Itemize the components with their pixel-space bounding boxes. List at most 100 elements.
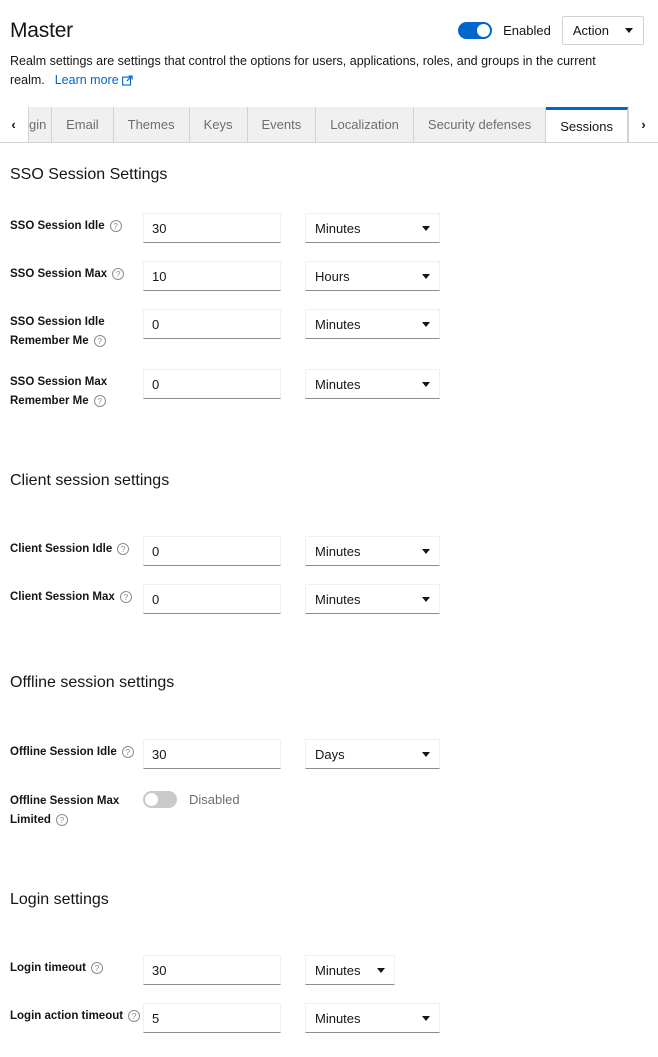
tab-keys-label: Keys xyxy=(204,117,233,132)
page-description: Realm settings are settings that control… xyxy=(10,52,638,92)
field-label-client-session-idle: Client Session Idle? xyxy=(10,536,143,559)
field-label-sso-session-idle-remember-me: SSO Session Idle Remember Me? xyxy=(10,309,143,351)
chevron-down-icon xyxy=(422,1016,430,1021)
realm-settings-page: Master Enabled Action Realm settings are… xyxy=(0,0,658,1057)
help-icon[interactable]: ? xyxy=(112,268,124,280)
input-sso-session-idle-remember-me[interactable] xyxy=(143,309,281,339)
field-client-session-max: Client Session Max? Minutes xyxy=(10,584,648,614)
field-sso-session-max: SSO Session Max? Hours xyxy=(10,261,648,291)
offline-session-max-limited-toggle[interactable] xyxy=(143,791,177,808)
field-label-client-session-max: Client Session Max? xyxy=(10,584,143,607)
help-icon[interactable]: ? xyxy=(128,1010,140,1022)
tab-security-defenses[interactable]: Security defenses xyxy=(414,107,546,142)
tab-events-label: Events xyxy=(262,117,302,132)
input-login-action-timeout[interactable] xyxy=(143,1003,281,1033)
field-client-session-idle: Client Session Idle? Minutes xyxy=(10,536,648,566)
tabs-scroll-left-icon[interactable]: ‹ xyxy=(0,107,28,142)
tab-themes-label: Themes xyxy=(128,117,175,132)
input-login-timeout[interactable] xyxy=(143,955,281,985)
section-title-offline: Offline session settings xyxy=(10,673,648,693)
chevron-down-icon xyxy=(377,968,385,973)
help-icon[interactable]: ? xyxy=(94,335,106,347)
chevron-down-icon xyxy=(422,322,430,327)
help-icon[interactable]: ? xyxy=(120,591,132,603)
field-sso-session-max-remember-me: SSO Session Max Remember Me? Minutes xyxy=(10,369,648,411)
help-icon[interactable]: ? xyxy=(91,962,103,974)
label-text: Offline Session Idle xyxy=(10,746,117,758)
input-sso-session-idle[interactable] xyxy=(143,213,281,243)
field-login-timeout: Login timeout? Minutes xyxy=(10,955,648,985)
page-header: Master Enabled Action Realm settings are… xyxy=(0,0,658,92)
field-label-sso-session-max-remember-me: SSO Session Max Remember Me? xyxy=(10,369,143,411)
tab-login[interactable]: gin xyxy=(28,107,52,142)
tab-localization[interactable]: Localization xyxy=(316,107,414,142)
offline-session-max-limited-state-label: Disabled xyxy=(189,792,240,807)
tabs-scroll-right-icon[interactable]: › xyxy=(628,107,658,142)
select-value: Hours xyxy=(315,269,350,284)
select-login-timeout-unit[interactable]: Minutes xyxy=(305,955,395,985)
chevron-down-icon xyxy=(422,274,430,279)
select-sso-session-idle-unit[interactable]: Minutes xyxy=(305,213,440,243)
field-offline-session-idle: Offline Session Idle? Days xyxy=(10,739,648,769)
label-text: Client Session Max xyxy=(10,591,115,603)
help-icon[interactable]: ? xyxy=(94,395,106,407)
realm-enabled-label: Enabled xyxy=(503,23,551,38)
input-offline-session-idle[interactable] xyxy=(143,739,281,769)
help-icon[interactable]: ? xyxy=(110,220,122,232)
section-title-sso: SSO Session Settings xyxy=(10,165,648,185)
select-value: Minutes xyxy=(315,1011,361,1026)
field-offline-session-max-limited: Offline Session Max Limited? Disabled xyxy=(10,788,648,830)
select-login-action-timeout-unit[interactable]: Minutes xyxy=(305,1003,440,1033)
input-client-session-idle[interactable] xyxy=(143,536,281,566)
learn-more-label: Learn more xyxy=(55,73,119,87)
field-label-offline-session-max-limited: Offline Session Max Limited? xyxy=(10,788,143,830)
tab-email[interactable]: Email xyxy=(52,107,114,142)
select-value: Minutes xyxy=(315,963,361,978)
tab-events[interactable]: Events xyxy=(248,107,317,142)
select-sso-session-idle-remember-me-unit[interactable]: Minutes xyxy=(305,309,440,339)
select-client-session-idle-unit[interactable]: Minutes xyxy=(305,536,440,566)
section-title-client: Client session settings xyxy=(10,471,648,491)
label-text: SSO Session Idle Remember Me xyxy=(10,316,105,347)
select-value: Minutes xyxy=(315,377,361,392)
help-icon[interactable]: ? xyxy=(117,543,129,555)
page-title: Master xyxy=(10,18,73,44)
select-sso-session-max-remember-me-unit[interactable]: Minutes xyxy=(305,369,440,399)
select-offline-session-idle-unit[interactable]: Days xyxy=(305,739,440,769)
section-title-login: Login settings xyxy=(10,890,648,910)
input-sso-session-max-remember-me[interactable] xyxy=(143,369,281,399)
chevron-down-icon xyxy=(625,28,633,33)
input-client-session-max[interactable] xyxy=(143,584,281,614)
help-icon[interactable]: ? xyxy=(122,746,134,758)
chevron-left-icon: ‹ xyxy=(11,117,15,132)
tab-email-label: Email xyxy=(66,117,99,132)
label-text: SSO Session Max Remember Me xyxy=(10,376,107,407)
learn-more-link[interactable]: Learn more xyxy=(55,73,133,87)
select-sso-session-max-unit[interactable]: Hours xyxy=(305,261,440,291)
tab-sessions[interactable]: Sessions xyxy=(546,107,628,142)
select-client-session-max-unit[interactable]: Minutes xyxy=(305,584,440,614)
tab-themes[interactable]: Themes xyxy=(114,107,190,142)
tab-bar: ‹ gin Email Themes Keys Events Localizat… xyxy=(0,107,658,143)
tab-scroll-region: gin Email Themes Keys Events Localizatio… xyxy=(28,107,628,142)
tab-keys[interactable]: Keys xyxy=(190,107,248,142)
toggle-knob xyxy=(145,793,158,806)
realm-enabled-toggle[interactable] xyxy=(458,22,492,39)
label-text: Login action timeout xyxy=(10,1010,123,1022)
toggle-knob xyxy=(477,24,490,37)
field-sso-session-idle-remember-me: SSO Session Idle Remember Me? Minutes xyxy=(10,309,648,351)
tab-sessions-label: Sessions xyxy=(560,119,613,134)
chevron-down-icon xyxy=(422,382,430,387)
label-text: Login timeout xyxy=(10,962,86,974)
field-login-action-timeout: Login action timeout? Minutes xyxy=(10,1003,648,1033)
label-text: SSO Session Max xyxy=(10,268,107,280)
help-icon[interactable]: ? xyxy=(56,814,68,826)
input-sso-session-max[interactable] xyxy=(143,261,281,291)
field-label-offline-session-idle: Offline Session Idle? xyxy=(10,739,143,762)
chevron-down-icon xyxy=(422,226,430,231)
select-value: Minutes xyxy=(315,317,361,332)
select-value: Minutes xyxy=(315,544,361,559)
header-actions: Enabled Action xyxy=(458,16,644,45)
chevron-right-icon: › xyxy=(641,117,645,132)
action-dropdown-button[interactable]: Action xyxy=(562,16,644,45)
